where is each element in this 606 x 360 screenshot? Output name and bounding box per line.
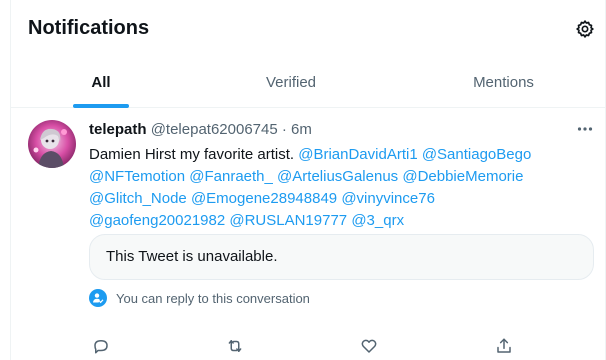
- mention-link[interactable]: @ArteliusGalenus: [277, 168, 398, 185]
- mention-link[interactable]: @RUSLAN19777: [229, 212, 347, 229]
- avatar-image: [28, 120, 76, 168]
- page-header: Notifications: [11, 0, 606, 58]
- tweet-time[interactable]: 6m: [291, 121, 312, 138]
- person-check-icon: [89, 289, 107, 307]
- notification-tabs: All Verified Mentions: [11, 58, 606, 108]
- like-icon: [361, 339, 377, 353]
- more-icon: [577, 127, 593, 131]
- reply-icon: [94, 340, 108, 354]
- like-button[interactable]: [357, 334, 381, 358]
- reply-button[interactable]: [89, 334, 113, 358]
- retweet-button[interactable]: [223, 334, 247, 358]
- mention-link[interactable]: @gaofeng20021982: [89, 212, 225, 229]
- unavailable-quote: This Tweet is unavailable.: [89, 234, 594, 280]
- tweet-header: telepath @telepat62006745 · 6m: [89, 120, 594, 140]
- reply-permission-note: You can reply to this conversation: [89, 288, 310, 308]
- retweet-icon: [228, 340, 242, 352]
- mention-link[interactable]: @3_qrx: [351, 212, 404, 229]
- mention-link[interactable]: @vinyvince76: [341, 190, 435, 207]
- author-handle[interactable]: @telepat62006745: [151, 121, 278, 138]
- tweet-actions: [89, 334, 594, 358]
- share-button[interactable]: [492, 334, 516, 358]
- mention-link[interactable]: @Fanraeth_: [189, 168, 273, 185]
- tab-verified[interactable]: Verified: [216, 58, 366, 107]
- tab-mentions[interactable]: Mentions: [421, 58, 586, 107]
- more-options-button[interactable]: [574, 118, 596, 140]
- separator-dot: ·: [281, 121, 287, 138]
- tweet-body: telepath @telepat62006745 · 6m Damien Hi…: [89, 118, 596, 354]
- settings-button[interactable]: [573, 17, 597, 41]
- tab-mentions-label: Mentions: [473, 74, 534, 91]
- tweet-text: Damien Hirst my favorite artist. @BrianD…: [89, 144, 569, 232]
- page-title: Notifications: [28, 17, 150, 39]
- share-icon: [497, 338, 511, 353]
- tweet-text-prefix: Damien Hirst my favorite artist.: [89, 146, 295, 163]
- mention-link[interactable]: @SantiagoBego: [422, 146, 531, 163]
- mention-link[interactable]: @Emogene28948849: [191, 190, 337, 207]
- author-name[interactable]: telepath: [89, 121, 147, 138]
- mention-link[interactable]: @Glitch_Node: [89, 190, 187, 207]
- gear-icon: [576, 20, 594, 38]
- tweet-item[interactable]: telepath @telepat62006745 · 6m Damien Hi…: [11, 108, 606, 360]
- mention-link[interactable]: @NFTemotion: [89, 168, 185, 185]
- notifications-page: Notifications All Verified Mentions tele…: [10, 0, 606, 360]
- mention-link[interactable]: @BrianDavidArti1: [298, 146, 417, 163]
- tab-verified-label: Verified: [265, 74, 317, 91]
- avatar[interactable]: [28, 120, 76, 168]
- tab-all-label: All: [91, 74, 111, 91]
- tab-all[interactable]: All: [11, 58, 191, 107]
- unavailable-quote-text: This Tweet is unavailable.: [106, 248, 278, 265]
- mention-link[interactable]: @DebbieMemorie: [402, 168, 523, 185]
- reply-note-text: You can reply to this conversation: [116, 290, 310, 306]
